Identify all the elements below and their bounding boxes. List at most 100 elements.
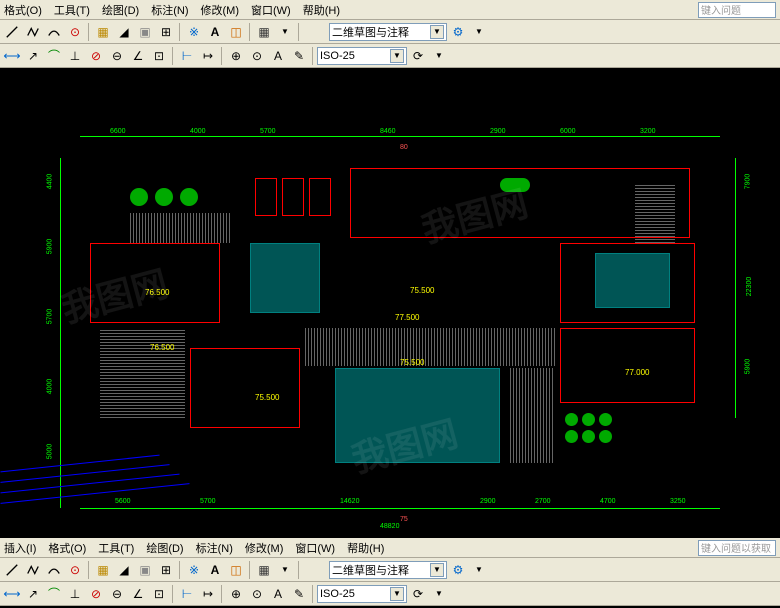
workspace-settings-icon[interactable]: ⚙ (448, 560, 468, 580)
menubar-top: 格式(O) 工具(T) 绘图(D) 标注(N) 修改(M) 窗口(W) 帮助(H… (0, 0, 780, 20)
dimension-text: 5600 (115, 498, 131, 505)
menu-format[interactable]: 格式(O) (48, 540, 86, 556)
hatch-tool-icon[interactable]: ▦ (93, 560, 113, 580)
continue-dim-icon[interactable]: ↦ (198, 46, 218, 66)
circle-tool-icon[interactable]: ⊙ (65, 560, 85, 580)
region-tool-icon[interactable]: ▣ (135, 22, 155, 42)
continue-dim-icon[interactable]: ↦ (198, 584, 218, 604)
cad-drawing-canvas[interactable]: 6600 4000 5700 8460 2900 6000 3200 80 44… (0, 68, 780, 538)
text-tool-icon[interactable]: A (205, 22, 225, 42)
dimstyle-update-icon[interactable]: ⟳ (408, 584, 428, 604)
hatch-tool-icon[interactable]: ▦ (93, 22, 113, 42)
menu-modify[interactable]: 修改(M) (245, 540, 284, 556)
chevron-down-icon[interactable]: ▼ (430, 563, 444, 577)
diameter-dim-icon[interactable]: ⊖ (107, 46, 127, 66)
menu-draw[interactable]: 绘图(D) (146, 540, 183, 556)
menu-help[interactable]: 帮助(H) (347, 540, 384, 556)
chevron-down-icon[interactable]: ▼ (469, 22, 489, 42)
leader-icon[interactable]: A (268, 46, 288, 66)
quick-dim-icon[interactable]: ⊡ (149, 46, 169, 66)
calculator-icon[interactable]: ▦ (254, 560, 274, 580)
tolerance-icon[interactable]: ⊕ (226, 584, 246, 604)
dimstyle-combo[interactable]: ISO-25 ▼ (317, 47, 407, 65)
ordinate-dim-icon[interactable]: ⊥ (65, 46, 85, 66)
quick-dim-icon[interactable]: ⊡ (149, 584, 169, 604)
chevron-down-icon[interactable]: ▼ (390, 49, 404, 63)
linear-dim-icon[interactable]: ⟷ (2, 46, 22, 66)
toolbar-separator (221, 585, 223, 603)
menu-draw[interactable]: 绘图(D) (102, 2, 139, 18)
baseline-dim-icon[interactable]: ⊢ (177, 584, 197, 604)
help-search-input[interactable]: 键入问题以获取 (698, 540, 776, 556)
leader-icon[interactable]: A (268, 584, 288, 604)
arc-dim-icon[interactable]: ⌒ (44, 584, 64, 604)
polyline-tool-icon[interactable] (23, 22, 43, 42)
center-mark-icon[interactable]: ⊙ (247, 584, 267, 604)
menu-insert[interactable]: 插入(I) (4, 540, 36, 556)
point-tool-icon[interactable]: ※ (184, 560, 204, 580)
line-tool-icon[interactable] (2, 560, 22, 580)
text-tool-icon[interactable]: A (205, 560, 225, 580)
menu-modify[interactable]: 修改(M) (201, 2, 240, 18)
dimension-text: 4400 (46, 174, 53, 190)
aligned-dim-icon[interactable]: ↗ (23, 46, 43, 66)
tolerance-icon[interactable]: ⊕ (226, 46, 246, 66)
chevron-down-icon[interactable]: ▼ (275, 22, 295, 42)
table-tool-icon[interactable]: ⊞ (156, 22, 176, 42)
arc-tool-icon[interactable] (44, 560, 64, 580)
arc-dim-icon[interactable]: ⌒ (44, 46, 64, 66)
linear-dim-icon[interactable]: ⟷ (2, 584, 22, 604)
menu-tools[interactable]: 工具(T) (54, 2, 90, 18)
block-tool-icon[interactable]: ◫ (226, 560, 246, 580)
dimstyle-combo[interactable]: ISO-25 ▼ (317, 585, 407, 603)
dim-edit-icon[interactable]: ✎ (289, 46, 309, 66)
workspace-combo[interactable]: 二维草图与注释 ▼ (329, 561, 447, 579)
block-tool-icon[interactable]: ◫ (226, 22, 246, 42)
chevron-down-icon[interactable]: ▼ (469, 560, 489, 580)
menu-help[interactable]: 帮助(H) (303, 2, 340, 18)
help-search-input[interactable]: 键入问题 (698, 2, 776, 18)
toolbar-separator (298, 23, 300, 41)
dimstyle-update-icon[interactable]: ⟳ (408, 46, 428, 66)
dimension-text: 6000 (560, 128, 576, 135)
menu-format[interactable]: 格式(O) (4, 2, 42, 18)
chevron-down-icon[interactable]: ▼ (429, 584, 449, 604)
workspace-combo[interactable]: 二维草图与注释 ▼ (329, 23, 447, 41)
ordinate-dim-icon[interactable]: ⊥ (65, 584, 85, 604)
menu-dimension[interactable]: 标注(N) (151, 2, 188, 18)
tree-symbol (565, 413, 578, 426)
menu-window[interactable]: 窗口(W) (251, 2, 291, 18)
dimension-text: 22300 (746, 277, 753, 296)
diameter-dim-icon[interactable]: ⊖ (107, 584, 127, 604)
table-tool-icon[interactable]: ⊞ (156, 560, 176, 580)
menu-window[interactable]: 窗口(W) (295, 540, 335, 556)
terrace-hatch (635, 183, 675, 243)
angular-dim-icon[interactable]: ∠ (128, 46, 148, 66)
baseline-dim-icon[interactable]: ⊢ (177, 46, 197, 66)
dim-edit-icon[interactable]: ✎ (289, 584, 309, 604)
workspace-settings-icon[interactable]: ⚙ (448, 22, 468, 42)
chevron-down-icon[interactable]: ▼ (429, 46, 449, 66)
polyline-tool-icon[interactable] (23, 560, 43, 580)
radius-dim-icon[interactable]: ⊘ (86, 584, 106, 604)
calculator-icon[interactable]: ▦ (254, 22, 274, 42)
point-tool-icon[interactable]: ※ (184, 22, 204, 42)
room-outline (560, 328, 695, 403)
chevron-down-icon[interactable]: ▼ (390, 587, 404, 601)
line-tool-icon[interactable] (2, 22, 22, 42)
chevron-down-icon[interactable]: ▼ (275, 560, 295, 580)
arc-tool-icon[interactable] (44, 22, 64, 42)
center-mark-icon[interactable]: ⊙ (247, 46, 267, 66)
gradient-tool-icon[interactable]: ◢ (114, 560, 134, 580)
angular-dim-icon[interactable]: ∠ (128, 584, 148, 604)
car-symbol (309, 178, 331, 216)
dimension-text: 5900 (46, 239, 53, 255)
chevron-down-icon[interactable]: ▼ (430, 25, 444, 39)
gradient-tool-icon[interactable]: ◢ (114, 22, 134, 42)
menu-dimension[interactable]: 标注(N) (196, 540, 233, 556)
menu-tools[interactable]: 工具(T) (98, 540, 134, 556)
aligned-dim-icon[interactable]: ↗ (23, 584, 43, 604)
region-tool-icon[interactable]: ▣ (135, 560, 155, 580)
radius-dim-icon[interactable]: ⊘ (86, 46, 106, 66)
circle-tool-icon[interactable]: ⊙ (65, 22, 85, 42)
